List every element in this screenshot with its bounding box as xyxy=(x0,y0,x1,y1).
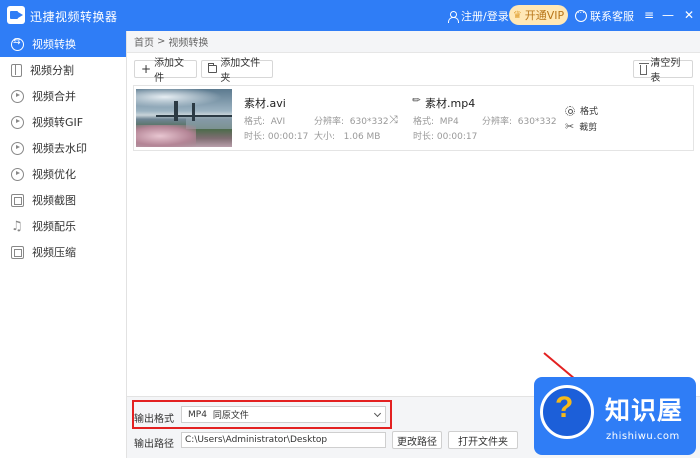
contact-service-link[interactable]: 联系客服 xyxy=(575,6,634,24)
sidebar-item-label: 视频压缩 xyxy=(32,246,76,259)
login-label: 注册/登录 xyxy=(461,10,509,23)
watermark-logo: ? 知识屋 zhishiwu.com xyxy=(534,377,696,455)
folder-icon xyxy=(208,63,218,73)
breadcrumb-current: 视频转换 xyxy=(168,38,209,49)
clear-list-label: 清空列表 xyxy=(650,58,681,84)
convert-arrow-icon: ⤨ xyxy=(389,113,398,126)
login-link[interactable]: 注册/登录 xyxy=(447,8,509,24)
sidebar-item-screenshot[interactable]: 视频截图 xyxy=(0,187,126,213)
chat-icon xyxy=(575,6,587,22)
watermark-remove-icon xyxy=(11,141,24,155)
optimize-icon xyxy=(11,167,24,181)
source-resolution: 分辨率: 630*332 xyxy=(314,117,389,127)
output-path-label: 输出路径 xyxy=(134,439,174,450)
sidebar-item-watermark[interactable]: 视频去水印 xyxy=(0,135,126,161)
sidebar-item-music[interactable]: ♫ 视频配乐 xyxy=(0,213,126,239)
vip-button[interactable]: ♛ 开通VIP xyxy=(509,5,568,25)
cut-button[interactable]: ✂ 裁剪 xyxy=(565,119,598,134)
output-file-name[interactable]: 素材.mp4 xyxy=(425,95,475,111)
app-logo-icon xyxy=(7,6,25,24)
file-list-item[interactable]: 素材.avi 格式: AVI 分辨率: 630*332 时长: 00:00:17… xyxy=(133,85,694,151)
sidebar-item-label: 视频截图 xyxy=(32,194,76,207)
open-folder-button[interactable]: 打开文件夹 xyxy=(448,431,518,449)
output-format: 格式: MP4 xyxy=(413,117,459,127)
trash-icon xyxy=(638,63,650,75)
menu-icon[interactable]: ≡ xyxy=(644,8,654,22)
minimize-icon[interactable]: — xyxy=(662,8,674,22)
sidebar-item-label: 视频去水印 xyxy=(32,142,87,155)
source-format: 格式: AVI xyxy=(244,117,286,127)
format-action-label: 格式 xyxy=(580,107,599,117)
change-path-button[interactable]: 更改路径 xyxy=(392,431,442,449)
sidebar-item-split[interactable]: 视频分割 xyxy=(0,57,126,83)
sidebar: 视频转换 视频分割 视频合并 视频转GIF 视频去水印 视频优化 视频截图 ♫ … xyxy=(0,31,127,458)
sidebar-item-convert[interactable]: 视频转换 xyxy=(0,31,126,57)
breadcrumb-separator: > xyxy=(157,36,166,47)
breadcrumb: 首页 > 视频转换 xyxy=(127,31,700,53)
title-bar: 迅捷视频转换器 注册/登录 ♛ 开通VIP 联系客服 ≡ — ✕ xyxy=(0,0,700,31)
sidebar-item-optimize[interactable]: 视频优化 xyxy=(0,161,126,187)
sidebar-item-label: 视频优化 xyxy=(32,168,76,181)
output-path-value: C:\Users\Administrator\Desktop xyxy=(185,435,328,445)
split-icon xyxy=(11,63,22,77)
sidebar-item-label: 视频分割 xyxy=(30,64,74,77)
sidebar-item-merge[interactable]: 视频合并 xyxy=(0,83,126,109)
sidebar-item-label: 视频转GIF xyxy=(32,116,84,129)
plus-icon: + xyxy=(141,62,152,76)
compress-icon xyxy=(11,245,24,259)
output-resolution: 分辨率: 630*332 xyxy=(482,117,557,127)
screenshot-icon xyxy=(11,193,24,207)
breadcrumb-home[interactable]: 首页 xyxy=(134,34,154,49)
sidebar-item-gif[interactable]: 视频转GIF xyxy=(0,109,126,135)
close-icon[interactable]: ✕ xyxy=(684,8,694,22)
crown-icon: ♛ xyxy=(512,9,522,21)
highlight-box xyxy=(132,400,392,429)
format-settings-button[interactable]: 格式 xyxy=(565,104,598,117)
sidebar-item-label: 视频转换 xyxy=(32,38,76,51)
video-thumbnail xyxy=(136,89,232,147)
toolbar: + 添加文件 添加文件夹 清空列表 xyxy=(127,53,700,85)
gear-icon xyxy=(565,105,575,116)
sidebar-item-compress[interactable]: 视频压缩 xyxy=(0,239,126,265)
sidebar-item-label: 视频合并 xyxy=(32,90,76,103)
service-label: 联系客服 xyxy=(590,10,634,23)
source-size: 大小: 1.06 MB xyxy=(314,132,381,142)
scissors-icon: ✂ xyxy=(565,119,575,133)
add-folder-button[interactable]: 添加文件夹 xyxy=(201,58,273,84)
vip-label: 开通VIP xyxy=(524,9,565,22)
add-file-label: 添加文件 xyxy=(154,58,185,84)
source-duration: 时长: 00:00:17 xyxy=(244,132,309,142)
cut-action-label: 裁剪 xyxy=(579,123,598,133)
user-icon xyxy=(447,10,459,23)
watermark-url: zhishiwu.com xyxy=(606,431,680,442)
clear-list-button[interactable]: 清空列表 xyxy=(633,58,693,84)
watermark-text: 知识屋 xyxy=(605,396,684,425)
source-file-name: 素材.avi xyxy=(244,97,286,110)
pencil-icon[interactable]: ✎ xyxy=(410,94,424,108)
add-file-button[interactable]: + 添加文件 xyxy=(134,58,197,84)
sidebar-item-label: 视频配乐 xyxy=(32,220,76,233)
merge-icon xyxy=(11,89,24,103)
app-title: 迅捷视频转换器 xyxy=(30,10,118,24)
music-icon: ♫ xyxy=(11,218,23,234)
gif-icon xyxy=(11,115,24,129)
output-duration: 时长: 00:00:17 xyxy=(413,132,478,142)
add-folder-label: 添加文件夹 xyxy=(220,58,261,84)
output-path-field[interactable]: C:\Users\Administrator\Desktop xyxy=(181,432,386,448)
convert-icon xyxy=(11,37,24,51)
